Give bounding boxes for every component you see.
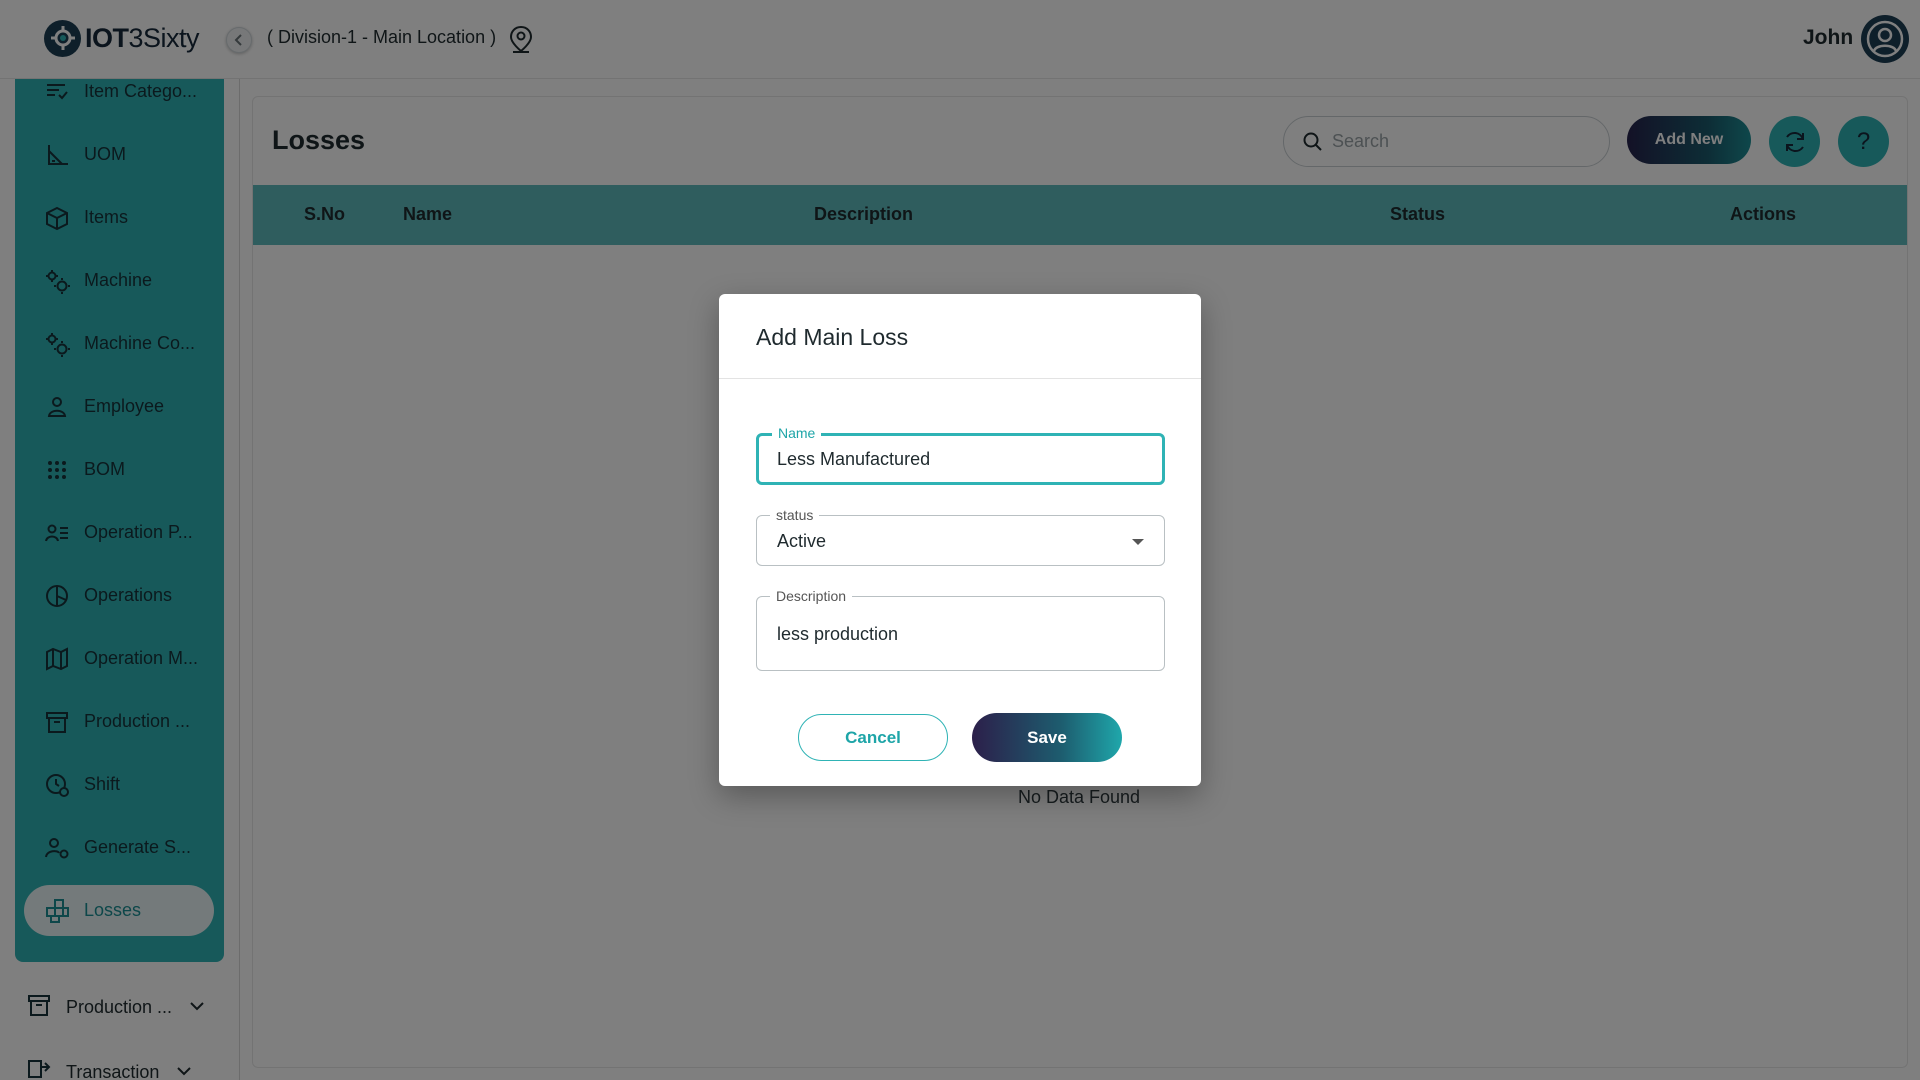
save-button[interactable]: Save bbox=[972, 713, 1122, 762]
status-field-label: status bbox=[770, 506, 820, 524]
name-input[interactable]: Less Manufactured bbox=[777, 449, 930, 470]
description-input[interactable]: less production bbox=[777, 624, 898, 645]
status-select[interactable]: status Active bbox=[756, 506, 1165, 566]
description-field[interactable]: Description less production bbox=[756, 587, 1165, 671]
dropdown-arrow-icon[interactable] bbox=[1132, 539, 1144, 545]
dialog-divider bbox=[719, 378, 1201, 379]
name-field[interactable]: Name Less Manufactured bbox=[756, 424, 1165, 485]
cancel-button[interactable]: Cancel bbox=[798, 714, 948, 761]
status-selected-value[interactable]: Active bbox=[777, 531, 826, 552]
name-field-label: Name bbox=[772, 424, 822, 442]
description-field-label: Description bbox=[770, 587, 853, 605]
dialog-title: Add Main Loss bbox=[756, 324, 909, 350]
add-main-loss-dialog: Add Main Loss Name Less Manufactured sta… bbox=[719, 294, 1201, 786]
